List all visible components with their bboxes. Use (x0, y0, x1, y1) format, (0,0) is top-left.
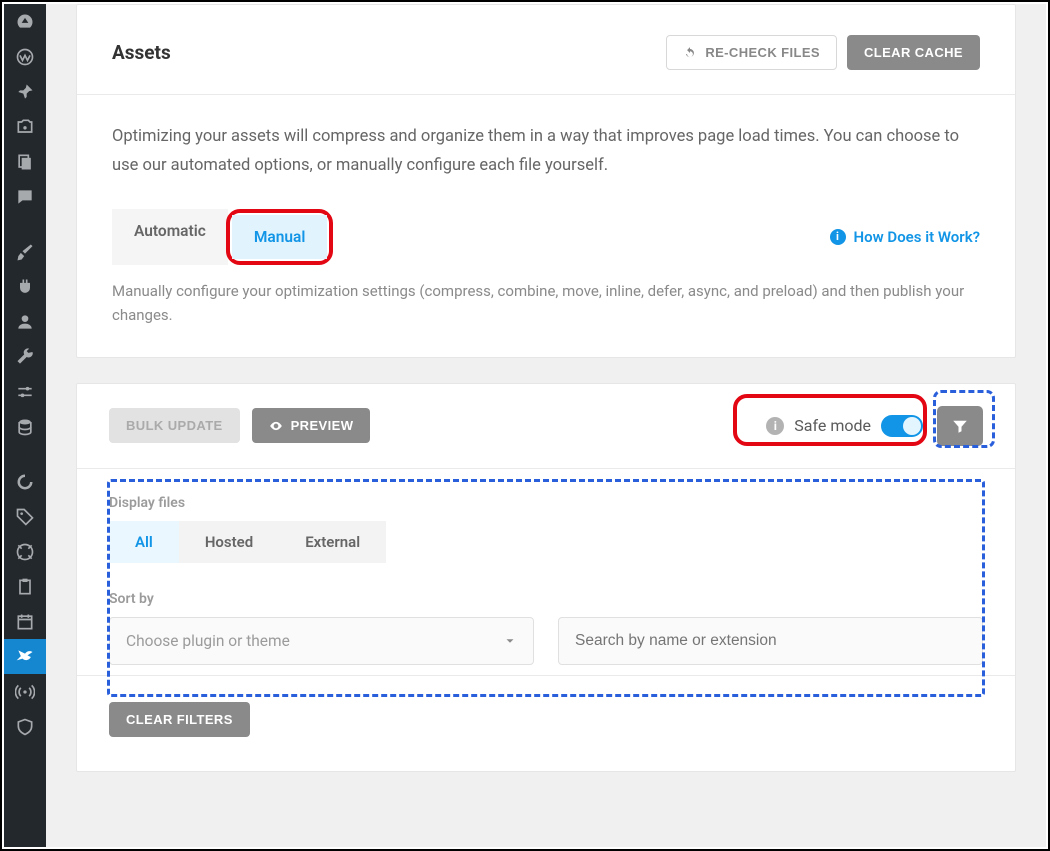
clear-filters-button[interactable]: CLEAR FILTERS (109, 702, 250, 737)
calendar-icon (15, 612, 35, 632)
tab-row: Automatic Manual i How Does it Work? (77, 191, 1015, 265)
sidebar-item-pages[interactable] (4, 144, 46, 179)
filters-footer: CLEAR FILTERS (77, 675, 1015, 771)
tag-icon (15, 507, 35, 527)
sidebar-item-pin[interactable] (4, 74, 46, 109)
slider-icon (15, 382, 35, 402)
preview-button[interactable]: PREVIEW (252, 408, 371, 443)
clear-filters-label: CLEAR FILTERS (126, 712, 233, 727)
header-actions: RE-CHECK FILES CLEAR CACHE (666, 35, 980, 70)
sidebar-item-dashboard[interactable] (4, 4, 46, 39)
segment-all[interactable]: All (109, 521, 179, 563)
sort-row: Choose plugin or theme (109, 617, 983, 665)
sidebar-separator (4, 444, 46, 464)
wrench-icon (15, 347, 35, 367)
mode-tabs: Automatic Manual (112, 209, 333, 265)
sidebar-item-plugins[interactable] (4, 269, 46, 304)
brush-icon (15, 242, 35, 262)
database-icon (15, 417, 35, 437)
sort-by-label: Sort by (109, 591, 983, 607)
history-icon (15, 542, 35, 562)
sidebar-item-user[interactable] (4, 304, 46, 339)
recheck-files-button[interactable]: RE-CHECK FILES (666, 35, 837, 70)
sidebar-item-shield[interactable] (4, 709, 46, 744)
comments-icon (15, 187, 35, 207)
pin-icon (15, 82, 35, 102)
app-frame: Assets RE-CHECK FILES CLEAR CACHE Optimi… (0, 0, 1050, 851)
card-header: Assets RE-CHECK FILES CLEAR CACHE (77, 5, 1015, 95)
media-icon (15, 117, 35, 137)
broadcast-icon (15, 682, 35, 702)
main-content: Assets RE-CHECK FILES CLEAR CACHE Optimi… (46, 4, 1046, 847)
display-files-segmented: All Hosted External (109, 521, 983, 563)
clear-cache-button[interactable]: CLEAR CACHE (847, 35, 980, 70)
search-input[interactable] (575, 632, 966, 650)
how-does-it-work-link[interactable]: i How Does it Work? (830, 228, 980, 246)
wpmu-icon (15, 47, 35, 67)
sidebar-item-calendar[interactable] (4, 604, 46, 639)
chevron-down-icon (503, 634, 517, 648)
bulk-update-button[interactable]: BULK UPDATE (109, 408, 240, 443)
refresh-icon (683, 46, 697, 60)
filters-panel: Display files All Hosted External Sort b… (77, 469, 1015, 675)
toggle-knob (903, 417, 921, 435)
filter-icon (951, 417, 969, 435)
sidebar-item-hummingbird[interactable] (4, 639, 46, 674)
segment-hosted[interactable]: Hosted (179, 521, 279, 563)
sidebar-item-settings[interactable] (4, 374, 46, 409)
search-field[interactable] (558, 617, 983, 665)
segment-external[interactable]: External (279, 521, 386, 563)
dashboard-icon (15, 12, 35, 32)
sidebar-item-broadcast[interactable] (4, 674, 46, 709)
safe-mode-label: Safe mode (794, 416, 871, 435)
safe-mode-toggle[interactable] (881, 415, 923, 437)
action-bar-left: BULK UPDATE PREVIEW (109, 408, 370, 443)
sidebar-item-database[interactable] (4, 409, 46, 444)
action-bar: BULK UPDATE PREVIEW i Safe mode (77, 384, 1015, 469)
intro-text: Optimizing your assets will compress and… (77, 95, 1015, 191)
sidebar-item-wpmu[interactable] (4, 39, 46, 74)
bulk-update-label: BULK UPDATE (126, 418, 223, 433)
manual-controls-card: BULK UPDATE PREVIEW i Safe mode (76, 383, 1016, 772)
page-title: Assets (112, 41, 171, 64)
info-icon: i (766, 417, 784, 435)
display-files-label: Display files (109, 495, 983, 511)
pages-icon (15, 152, 35, 172)
info-icon: i (830, 229, 846, 245)
clear-cache-label: CLEAR CACHE (864, 45, 963, 60)
how-link-label: How Does it Work? (854, 228, 980, 246)
select-placeholder: Choose plugin or theme (126, 632, 290, 650)
sidebar-item-tools[interactable] (4, 339, 46, 374)
sidebar-item-comments[interactable] (4, 179, 46, 214)
sidebar-item-media[interactable] (4, 109, 46, 144)
tab-description: Manually configure your optimization set… (77, 265, 1015, 357)
shield-icon (15, 717, 35, 737)
admin-sidebar (4, 4, 46, 847)
sidebar-item-brush[interactable] (4, 234, 46, 269)
sidebar-item-tag[interactable] (4, 499, 46, 534)
tab-manual[interactable]: Manual (232, 215, 328, 259)
ring-icon (15, 472, 35, 492)
safe-mode-group: i Safe mode (766, 415, 923, 437)
preview-label: PREVIEW (291, 418, 354, 433)
plugins-icon (15, 277, 35, 297)
sidebar-item-clipboard[interactable] (4, 569, 46, 604)
sidebar-item-ring[interactable] (4, 464, 46, 499)
sidebar-separator (4, 214, 46, 234)
recheck-files-label: RE-CHECK FILES (705, 45, 820, 60)
user-icon (15, 312, 35, 332)
filter-toggle-button[interactable] (937, 406, 983, 446)
sidebar-item-history[interactable] (4, 534, 46, 569)
eye-icon (269, 419, 283, 433)
tab-automatic[interactable]: Automatic (112, 209, 228, 265)
highlight-manual-tab: Manual (226, 209, 334, 265)
clipboard-icon (15, 577, 35, 597)
plugin-theme-select[interactable]: Choose plugin or theme (109, 617, 534, 665)
assets-card: Assets RE-CHECK FILES CLEAR CACHE Optimi… (76, 4, 1016, 358)
hummingbird-icon (15, 647, 35, 667)
